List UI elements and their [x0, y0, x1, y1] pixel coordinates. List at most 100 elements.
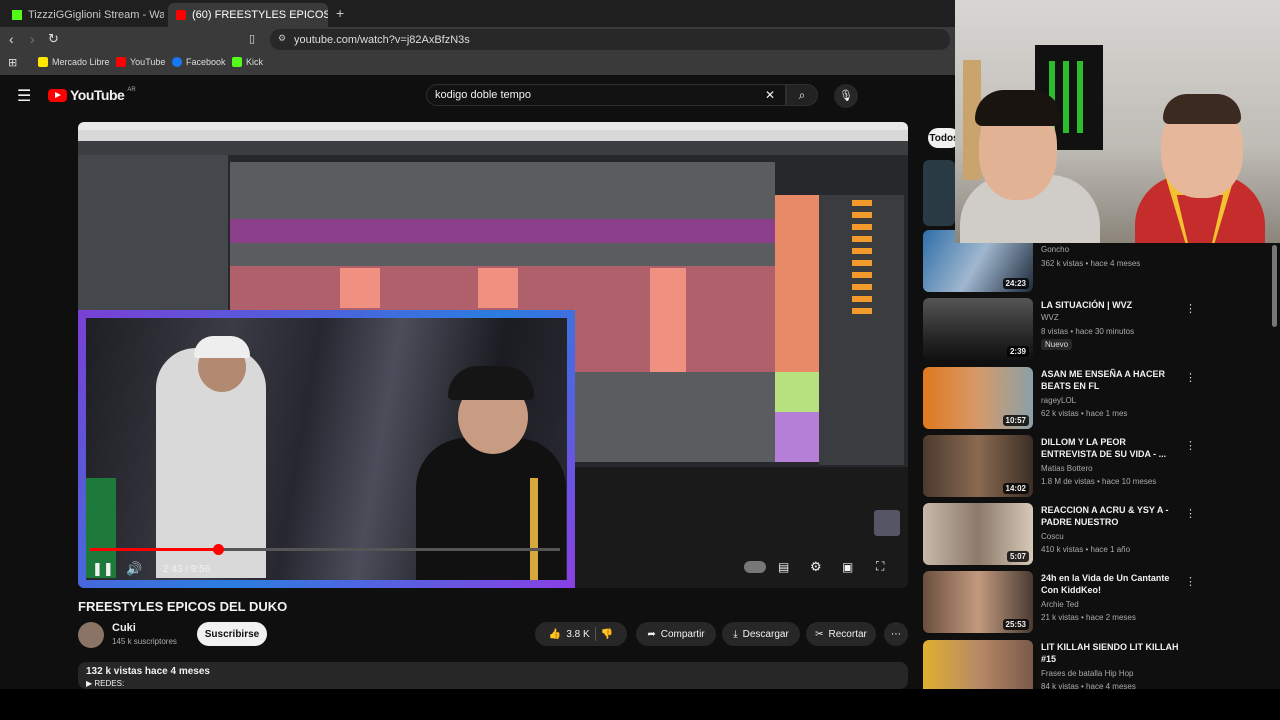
voice-search-button[interactable]: 🎙: [834, 84, 858, 108]
list-item[interactable]: 25:53 24h en la Vida de Un Cantante Con …: [923, 571, 1196, 635]
list-item[interactable]: 5:07 REACCION A ACRU & YSY A - PADRE NUE…: [923, 503, 1196, 567]
partial-thumbnail[interactable]: [923, 160, 955, 226]
description-line: ▶ REDES:: [86, 679, 125, 688]
more-vert-icon[interactable]: ⋮: [1185, 644, 1188, 657]
video-title: FREESTYLES EPICOS DEL DUKO: [78, 599, 288, 614]
menu-icon[interactable]: ☰: [17, 86, 31, 106]
bookmark-icon[interactable]: ▯: [249, 32, 255, 45]
rec-meta: 21 k vistas • hace 2 meses: [1041, 613, 1136, 622]
bookmark-youtube[interactable]: YouTube: [116, 57, 165, 67]
video-thumbnail[interactable]: 14:02: [923, 435, 1033, 497]
more-actions-button[interactable]: ⋯: [884, 622, 908, 646]
bookmark-mercado-libre[interactable]: Mercado Libre: [38, 57, 110, 67]
list-item[interactable]: 14:02 DILLOM Y LA PEOR ENTREVISTA DE SU …: [923, 435, 1196, 499]
rec-channel: Matias Bottero: [1041, 464, 1093, 473]
subscribe-button[interactable]: Suscribirse: [197, 622, 267, 646]
rec-meta: 84 k vistas • hace 4 meses: [1041, 682, 1136, 689]
list-item[interactable]: 2:39 LA SITUACIÓN | WVZ WVZ 8 vistas • h…: [923, 298, 1196, 362]
kick-icon: [12, 10, 22, 20]
tab-label: TizzziGGiglioni Stream - Watch Live o: [28, 9, 164, 21]
thumbs-up-icon: 👍: [548, 628, 562, 640]
more-horizontal-icon: ⋯: [891, 628, 901, 640]
rec-meta: 362 k vistas • hace 4 meses: [1041, 259, 1141, 268]
channel-name[interactable]: Cuki: [112, 622, 136, 634]
download-label: Descargar: [742, 628, 789, 640]
video-thumbnail[interactable]: 2:39: [923, 298, 1033, 360]
thumbs-down-icon[interactable]: 👎: [601, 629, 613, 640]
more-vert-icon[interactable]: ⋮: [1185, 302, 1196, 315]
progress-bar[interactable]: [90, 544, 560, 555]
share-button[interactable]: ➦ Compartir: [636, 622, 716, 646]
back-icon[interactable]: ‹: [9, 31, 14, 47]
video-thumbnail[interactable]: 10:57: [923, 367, 1033, 429]
duration-badge: 25:53: [1002, 619, 1029, 630]
rec-title[interactable]: REACCION A ACRU & YSY A - PADRE NUESTRO: [1041, 504, 1181, 528]
bookmark-label: Kick: [246, 57, 264, 67]
list-item[interactable]: 10:57 ASAN ME ENSEÑA A HACER BEATS EN FL…: [923, 367, 1196, 431]
url-text: youtube.com/watch?v=j82AxBfzN3s: [294, 33, 470, 46]
like-button[interactable]: 👍 3.8 K: [549, 629, 590, 640]
more-vert-icon[interactable]: ⋮: [1185, 439, 1196, 452]
youtube-wordmark: YouTube: [70, 87, 125, 103]
fullscreen-icon[interactable]: ⛶: [876, 559, 884, 574]
miniplayer-icon[interactable]: ▣: [842, 560, 853, 574]
site-info-icon[interactable]: ⚙: [278, 33, 286, 44]
bookmark-label: YouTube: [130, 57, 166, 67]
duration-badge: 2:39: [1006, 346, 1029, 357]
rec-channel: Archie Ted: [1041, 600, 1079, 609]
progress-fill: [90, 548, 219, 551]
browser-tab-bar: TizzziGGiglioni Stream - Watch Live o (6…: [0, 0, 955, 27]
download-button[interactable]: ⤓ Descargar: [722, 622, 800, 646]
apps-grid-icon[interactable]: ⊞: [8, 56, 17, 69]
bookmark-kick[interactable]: Kick: [232, 57, 263, 67]
rec-title[interactable]: ASAN ME ENSEÑA A HACER BEATS EN FL: [1041, 368, 1181, 392]
bookmark-facebook[interactable]: Facebook: [172, 57, 226, 67]
search-icon: ⌕: [798, 88, 806, 102]
pause-icon[interactable]: ❚❚: [92, 561, 114, 577]
video-thumbnail[interactable]: 25:53: [923, 571, 1033, 633]
list-item[interactable]: LIT KILLAH SIENDO LIT KILLAH #15 Frases …: [923, 640, 1188, 689]
settings-icon[interactable]: ⚙: [810, 559, 822, 575]
youtube-logo[interactable]: YouTube AR: [48, 87, 136, 103]
rec-channel: Frases de batalla Hip Hop: [1041, 669, 1134, 678]
player-controls: ❚❚ 🔊 2:43 / 9:56 ▤ ⚙ ▣ ⛶: [78, 552, 908, 588]
subscriber-count: 145 k suscriptores: [112, 637, 177, 646]
forward-icon[interactable]: ›: [30, 31, 35, 47]
channel-avatar[interactable]: [78, 622, 104, 648]
address-bar[interactable]: ⚙ youtube.com/watch?v=j82AxBfzN3s: [270, 29, 950, 50]
duration-badge: 10:57: [1002, 415, 1029, 426]
duration-badge: 5:07: [1006, 551, 1029, 562]
more-vert-icon[interactable]: ⋮: [1185, 507, 1196, 520]
new-badge: Nuevo: [1041, 339, 1073, 350]
tab-kick-stream[interactable]: TizzziGGiglioni Stream - Watch Live o: [4, 3, 164, 27]
video-thumbnail[interactable]: 5:07: [923, 503, 1033, 565]
new-tab-button[interactable]: +: [336, 5, 344, 21]
clear-search-icon[interactable]: ✕: [765, 88, 775, 102]
autoplay-toggle[interactable]: [744, 561, 766, 573]
rec-channel: WVZ: [1041, 313, 1059, 322]
video-thumbnail[interactable]: [923, 640, 1033, 689]
more-vert-icon[interactable]: ⋮: [1185, 575, 1196, 588]
more-vert-icon[interactable]: ⋮: [1185, 371, 1196, 384]
reload-icon[interactable]: ↻: [48, 31, 59, 47]
bookmarks-bar: ⊞ Mercado Libre YouTube Facebook Kick: [0, 53, 955, 75]
rec-title[interactable]: 24h en la Vida de Un Cantante Con KiddKe…: [1041, 572, 1181, 596]
view-count-date: 132 k vistas hace 4 meses: [86, 666, 210, 677]
share-icon: ➦: [647, 628, 656, 640]
video-player[interactable]: ❚❚ 🔊 2:43 / 9:56 ▤ ⚙ ▣ ⛶: [78, 122, 908, 588]
search-button[interactable]: ⌕: [786, 84, 818, 106]
subtitles-icon[interactable]: ▤: [778, 560, 789, 574]
volume-icon[interactable]: 🔊: [126, 561, 142, 577]
tab-youtube-video[interactable]: (60) FREESTYLES EPICOS DEL ✕: [168, 3, 328, 27]
search-input[interactable]: kodigo doble tempo ✕: [426, 84, 786, 106]
rec-meta: 62 k vistas • hace 1 mes: [1041, 409, 1128, 418]
rec-title[interactable]: DILLOM Y LA PEOR ENTREVISTA DE SU VIDA -…: [1041, 436, 1181, 460]
rec-title[interactable]: LIT KILLAH SIENDO LIT KILLAH #15: [1041, 641, 1181, 665]
clip-button[interactable]: ✂ Recortar: [806, 622, 876, 646]
tab-label: (60) FREESTYLES EPICOS DEL: [192, 9, 328, 21]
rec-channel: rageyLOL: [1041, 396, 1077, 405]
description-box[interactable]: 132 k vistas hace 4 meses ▶ REDES:: [78, 662, 908, 689]
country-code: AR: [127, 87, 136, 93]
rec-title[interactable]: LA SITUACIÓN | WVZ: [1041, 299, 1181, 311]
page-scrollbar[interactable]: [1272, 245, 1277, 327]
